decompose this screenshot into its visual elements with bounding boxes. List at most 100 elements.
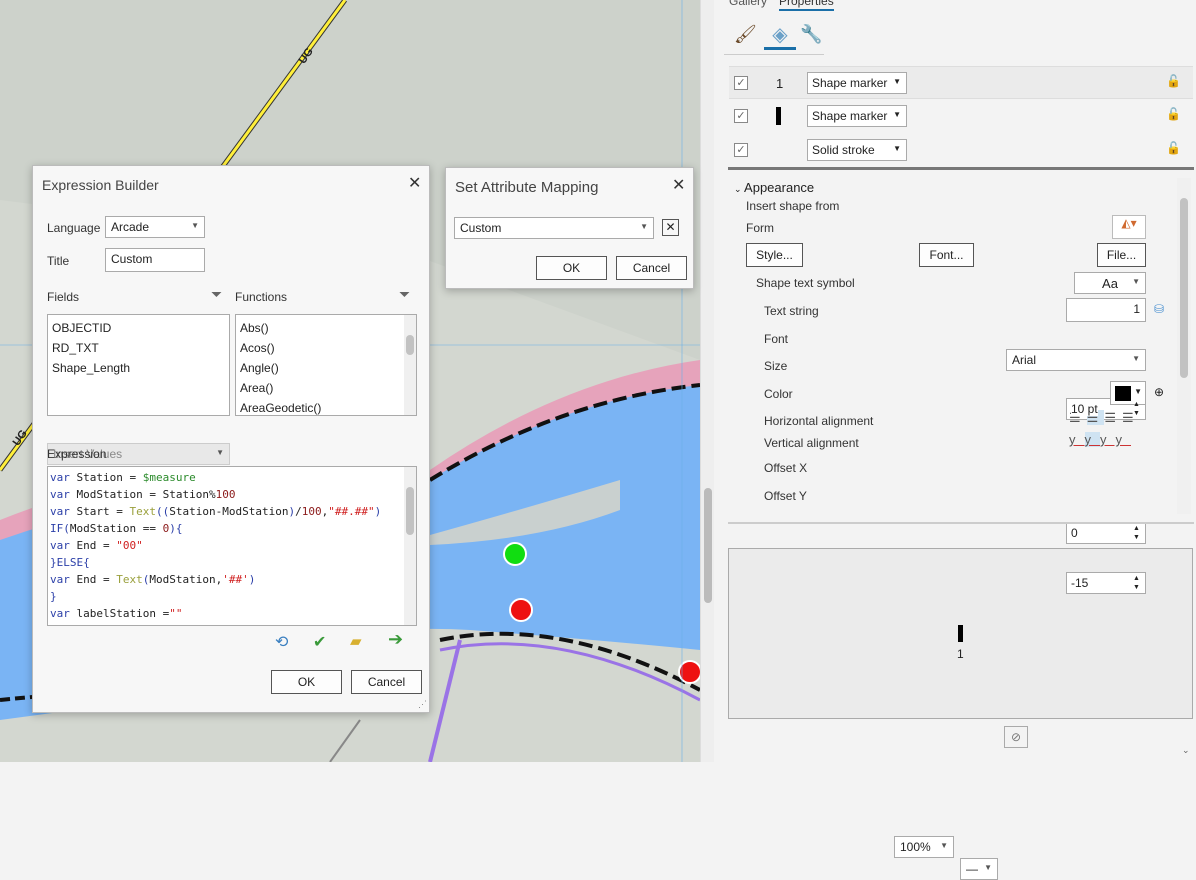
offset-x-value: 0 (1071, 526, 1078, 540)
layer-type-select[interactable]: Shape marker ▼ (807, 105, 907, 127)
splitter[interactable] (728, 522, 1194, 524)
layer-row[interactable]: ✓ Solid stroke ▼ 🔓 (729, 134, 1193, 167)
export-arrow-icon[interactable]: ➔ (388, 629, 403, 650)
attribute-database-icon[interactable]: ⛁ (1154, 302, 1164, 316)
color-attribute-icon[interactable]: ⊕ (1154, 385, 1164, 399)
scroll-down-icon[interactable]: ⌄ (1182, 745, 1190, 756)
file-button[interactable]: File... (1097, 243, 1146, 267)
font-select[interactable]: Arial ▼ (1006, 349, 1146, 371)
code-line: var labelStation ="" (50, 607, 183, 620)
wrench-icon[interactable]: 🔧 (800, 24, 822, 45)
spinner-icon[interactable]: ▲ ▼ (1133, 574, 1142, 592)
ok-button[interactable]: OK (271, 670, 342, 694)
expression-scrollbar[interactable] (404, 467, 416, 625)
function-item[interactable]: Area() (240, 378, 412, 398)
offset-x-input[interactable]: 0 ▲ ▼ (1066, 522, 1146, 544)
lock-icon[interactable]: 🔓 (1166, 107, 1181, 121)
font-button[interactable]: Font... (919, 243, 974, 267)
code-line: var Start = Text((Station-ModStation)/10… (50, 505, 382, 518)
no-grid-icon[interactable]: ⊘ (1004, 726, 1028, 748)
layer-preview: 1 (776, 76, 784, 91)
brush-icon[interactable]: 🖌 (734, 24, 757, 45)
bar-marker-preview (776, 107, 781, 125)
ok-button[interactable]: OK (536, 256, 607, 280)
properties-scrollbar[interactable] (1177, 178, 1191, 514)
symbol-select[interactable]: Aa ▼ (1074, 272, 1146, 294)
zoom-select[interactable]: 100% ▼ (894, 836, 954, 858)
function-item[interactable]: Abs() (240, 318, 412, 338)
function-item[interactable]: Acos() (240, 338, 412, 358)
clear-icon[interactable]: ✕ (662, 219, 679, 236)
font-value: Arial (1012, 353, 1037, 367)
layer-type-select[interactable]: Solid stroke ▼ (807, 139, 907, 161)
language-value: Arcade (111, 220, 150, 234)
appearance-header[interactable]: ⌄ Appearance (734, 180, 814, 195)
divider (728, 167, 1194, 170)
layer-type: Shape marker (812, 76, 888, 90)
form-shape-icon[interactable]: ◭▾ (1112, 215, 1146, 239)
layer-type: Shape marker (812, 109, 888, 123)
mapping-value: Custom (460, 221, 502, 235)
function-item[interactable]: Angle() (240, 358, 412, 378)
appearance-label: Appearance (744, 180, 815, 195)
resize-grip-icon[interactable]: ⋰ (418, 699, 427, 710)
symbol-value: Aa (1102, 276, 1118, 291)
layer-type-select[interactable]: Shape marker ▼ (807, 72, 907, 94)
dialog-title: Expression Builder (42, 177, 159, 193)
lock-icon[interactable]: 🔓 (1166, 74, 1181, 88)
verify-check-icon[interactable]: ✔ (313, 632, 326, 652)
layer-row[interactable]: ✓ 1 Shape marker ▼ 🔓 (729, 66, 1193, 99)
code-line: var ModStation = Station%100 (50, 488, 236, 501)
layer-visible-checkbox[interactable]: ✓ (734, 76, 748, 90)
code-line: } (50, 590, 57, 603)
layer-row[interactable]: ✓ Shape marker ▼ 🔓 (729, 100, 1193, 133)
layers-icon[interactable]: ◈ (764, 22, 796, 50)
functions-scrollbar[interactable] (404, 315, 416, 415)
field-item[interactable]: Shape_Length (52, 358, 225, 378)
tab-properties[interactable]: Properties (779, 0, 834, 11)
field-item[interactable]: OBJECTID (52, 318, 225, 338)
vertical-alignment-buttons[interactable]: yyyy (1069, 432, 1131, 447)
font-label: Font (764, 332, 789, 346)
function-item[interactable]: AreaGeodetic() (240, 398, 412, 415)
lock-icon[interactable]: 🔓 (1166, 141, 1181, 155)
text-string-input[interactable]: 1 (1066, 298, 1146, 322)
fields-list[interactable]: OBJECTID RD_TXT Shape_Length (47, 314, 230, 416)
open-folder-icon[interactable]: ▰ (350, 632, 362, 650)
code-line: }ELSE{ (50, 556, 90, 569)
symbology-panel: Gallery Properties 🖌 ◈ 🔧 ✓ 1 Shape marke… (714, 0, 1196, 880)
layer-type: Solid stroke (812, 143, 875, 157)
filter-icon[interactable]: ⏷ (399, 286, 410, 303)
mapping-select[interactable]: Custom ▼ (454, 217, 654, 239)
spinner-icon[interactable]: ▲ ▼ (1133, 524, 1142, 542)
layer-visible-checkbox[interactable]: ✓ (734, 109, 748, 123)
offset-y-value: -15 (1071, 576, 1089, 590)
language-label: Language (47, 221, 101, 235)
background-select[interactable]: — ▼ (960, 858, 998, 880)
tab-gallery[interactable]: Gallery (729, 0, 767, 8)
style-button[interactable]: Style... (746, 243, 803, 267)
expression-label: Expression (47, 447, 107, 461)
form-label: Form (746, 221, 774, 235)
chevron-down-icon: ⌄ (734, 184, 745, 194)
map-scrollbar[interactable] (700, 0, 714, 762)
color-swatch (1115, 386, 1131, 401)
cancel-button[interactable]: Cancel (616, 256, 687, 280)
language-select[interactable]: Arcade ▼ (105, 216, 205, 238)
code-line: var End = "00" (50, 539, 143, 552)
chevron-down-icon: ▼ (640, 222, 648, 231)
field-item[interactable]: RD_TXT (52, 338, 225, 358)
layer-visible-checkbox[interactable]: ✓ (734, 143, 748, 157)
spinner-icon[interactable]: ▲ ▼ (1133, 400, 1142, 418)
offset-y-input[interactable]: -15 ▲ ▼ (1066, 572, 1146, 594)
close-icon[interactable]: ✕ (408, 173, 421, 193)
chevron-down-icon: ▼ (191, 221, 199, 230)
expression-editor[interactable]: var Station = $measure var ModStation = … (47, 466, 417, 626)
close-icon[interactable]: ✕ (672, 175, 685, 195)
undo-icon[interactable]: ⟲ (275, 632, 288, 652)
functions-list[interactable]: Abs() Acos() Angle() Area() AreaGeodetic… (235, 314, 417, 416)
filter-icon[interactable]: ⏷ (211, 286, 222, 303)
cancel-button[interactable]: Cancel (351, 670, 422, 694)
title-input[interactable]: Custom (105, 248, 205, 272)
functions-label: Functions (235, 290, 288, 304)
